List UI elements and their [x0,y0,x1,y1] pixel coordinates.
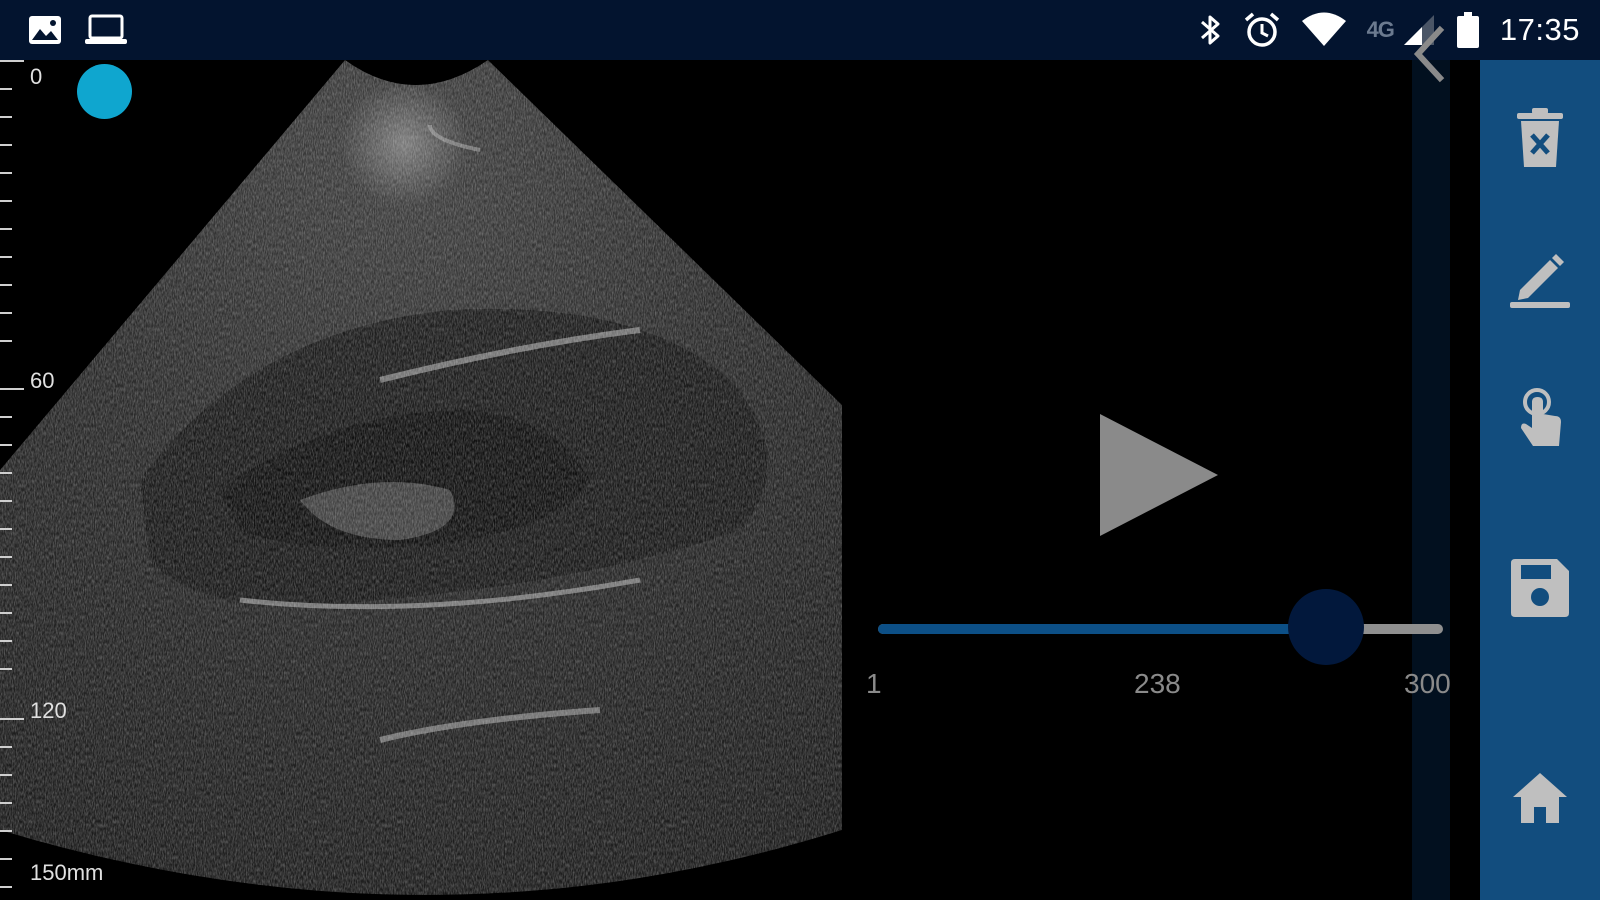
touch-button[interactable] [1480,370,1600,470]
ruler-tick [0,228,12,230]
ruler-tick [0,612,12,614]
frame-max-label: 300 [1404,668,1451,699]
status-left [0,14,128,46]
frame-current-label: 238 [1134,668,1181,699]
ultrasound-image [0,60,842,895]
ruler-tick [0,388,24,390]
ruler-tick [0,774,12,776]
pencil-icon [1508,246,1572,315]
alarm-icon [1243,11,1281,49]
scan-area[interactable]: 0 60 120 150mm [0,60,1450,900]
laptop-icon [84,14,128,46]
ruler-tick [0,640,12,642]
right-toolbar [1480,60,1600,900]
ruler-tick [0,172,12,174]
ruler-tick [0,200,12,202]
depth-label-60: 60 [30,368,55,393]
ruler-tick [0,858,12,860]
play-button[interactable] [1096,410,1226,540]
delete-button[interactable] [1480,90,1600,190]
ruler-tick [0,500,12,502]
home-button[interactable] [1480,750,1600,850]
ruler-tick [0,718,24,720]
ruler-tick [0,60,24,62]
bluetooth-icon [1197,12,1223,48]
ruler-tick [0,668,12,670]
depth-label-120: 120 [30,698,67,723]
ruler-tick [0,886,12,888]
panel-divider [1412,60,1450,900]
depth-label-bottom: 150mm [30,860,104,885]
ruler-tick [0,312,12,314]
ruler-tick [0,830,12,832]
frame-slider-thumb[interactable] [1287,589,1364,665]
delete-icon [1515,107,1565,174]
save-button[interactable] [1480,540,1600,640]
save-icon [1509,557,1571,624]
ruler-tick [0,472,12,474]
ruler-tick [0,116,12,118]
wifi-icon [1301,12,1347,48]
ruler-tick [0,746,12,748]
ruler-tick [0,340,12,342]
ruler-tick [0,284,12,286]
ruler-tick [0,444,12,446]
annotate-button[interactable] [1480,230,1600,330]
frame-slider-fill [878,624,1326,634]
ruler-tick [0,556,12,558]
home-icon [1511,771,1569,830]
ruler-tick [0,802,12,804]
ruler-tick [0,416,12,418]
battery-icon [1456,11,1480,49]
focus-indicator[interactable] [77,64,132,119]
image-icon [28,15,62,45]
back-chevron-icon[interactable] [1408,24,1448,84]
ruler-tick [0,528,12,530]
status-clock: 17:35 [1499,12,1580,47]
frame-min-label: 1 [866,668,882,699]
ruler-tick [0,88,12,90]
ruler-tick [0,256,12,258]
touch-icon [1515,386,1565,455]
depth-label-top: 0 [30,64,43,89]
network-type-label: 4G [1366,17,1395,42]
ruler-tick [0,144,12,146]
depth-ruler: 0 60 120 150mm [0,60,120,900]
ruler-tick [0,584,12,586]
status-right: 4G 17:35 [1197,11,1600,49]
status-bar: 4G 17:35 [0,0,1600,60]
